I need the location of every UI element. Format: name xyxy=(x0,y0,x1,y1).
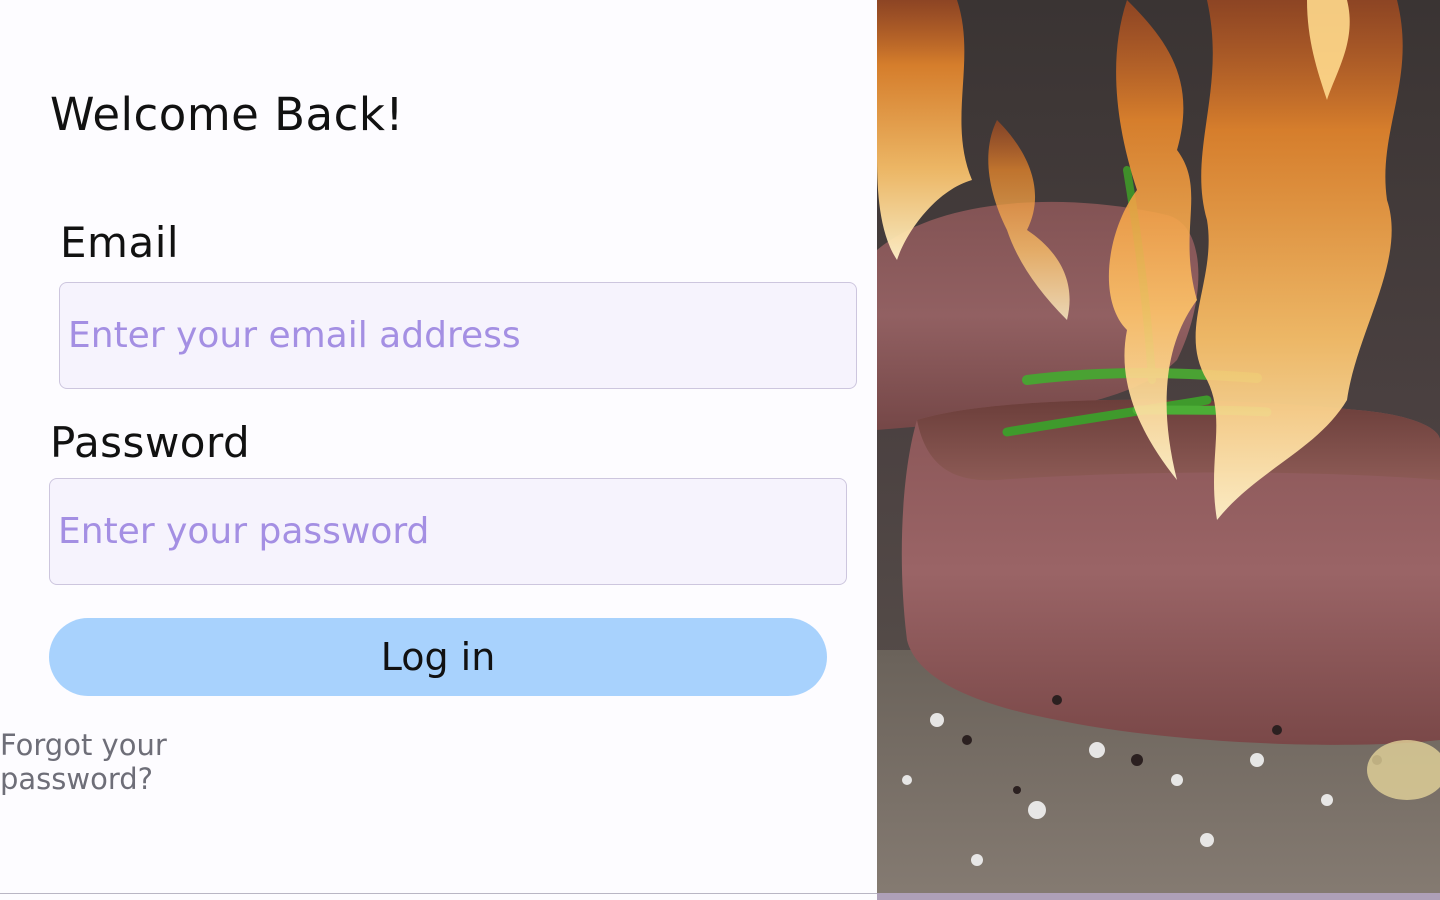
login-button[interactable]: Log in xyxy=(49,618,827,696)
email-label: Email xyxy=(60,218,180,267)
password-label: Password xyxy=(50,418,251,467)
email-field[interactable] xyxy=(59,282,857,389)
page-title: Welcome Back! xyxy=(50,88,404,141)
login-page: Welcome Back! Email Password Log in Forg… xyxy=(0,0,1440,900)
login-panel: Welcome Back! Email Password Log in Forg… xyxy=(0,0,877,894)
password-field[interactable] xyxy=(49,478,847,585)
bottom-divider xyxy=(0,894,877,900)
hero-steak-image xyxy=(877,0,1440,900)
forgot-password-link[interactable]: Forgot your password? xyxy=(0,728,283,796)
steak-illustration xyxy=(877,0,1440,900)
